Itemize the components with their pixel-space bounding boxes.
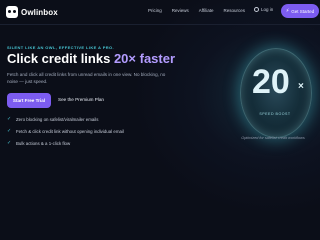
check-icon: ✓ xyxy=(7,116,12,122)
login-link[interactable]: Log in xyxy=(254,7,273,12)
feature-label: Bulk actions & a 1-click flow xyxy=(16,140,71,146)
nav-link-reviews[interactable]: Reviews xyxy=(172,8,189,13)
get-started-button[interactable]: ⚡ Get Started xyxy=(281,4,319,18)
nav-link-affiliate[interactable]: Affiliate xyxy=(199,8,214,13)
hero-eyebrow: SILENT LIKE AN OWL, EFFECTIVE LIKE A PRO… xyxy=(7,45,115,50)
nav-links: Pricing Reviews Affiliate Resources xyxy=(148,8,245,13)
hero-title-main: Click credit links xyxy=(7,51,111,66)
lightning-icon: ⚡ xyxy=(285,8,290,14)
start-free-trial-button[interactable]: Start Free Trial xyxy=(7,93,51,108)
check-icon: ✓ xyxy=(7,140,12,146)
hero-title-accent: 20× faster xyxy=(113,51,176,66)
check-icon: ✓ xyxy=(7,128,12,134)
hero-subtitle: Fetch and click all credit links from un… xyxy=(7,72,166,84)
nav-link-resources[interactable]: Resources xyxy=(223,8,245,13)
brand-name: Owlinbox xyxy=(21,7,58,17)
feature-item: ✓ Zero blocking on safelist/viralmailer … xyxy=(7,115,98,123)
premium-plan-link[interactable]: See the Premium Plan xyxy=(58,97,104,102)
badge-caption: Optimized for safelist credit workflows xyxy=(241,136,305,140)
hero-title: Click credit links 20× faster xyxy=(7,51,175,66)
badge-label: SPEED BOOST xyxy=(259,112,291,116)
badge-value: 20 xyxy=(252,63,290,101)
top-nav: Owlinbox Pricing Reviews Affiliate Resou… xyxy=(0,0,320,25)
login-label: Log in xyxy=(261,7,274,12)
owl-icon xyxy=(6,6,18,18)
badge-suffix: × xyxy=(298,81,304,92)
feature-label: Fetch & click credit link without openin… xyxy=(16,128,124,134)
get-started-label: Get Started xyxy=(291,8,315,14)
feature-label: Zero blocking on safelist/viralmailer em… xyxy=(16,116,99,122)
user-icon xyxy=(254,7,259,12)
nav-link-pricing[interactable]: Pricing xyxy=(148,8,162,13)
speed-badge: 20 × SPEED BOOST xyxy=(240,48,312,138)
feature-item: ✓ Bulk actions & a 1-click flow xyxy=(7,139,70,147)
feature-item: ✓ Fetch & click credit link without open… xyxy=(7,127,124,135)
brand-logo[interactable]: Owlinbox xyxy=(6,5,58,19)
